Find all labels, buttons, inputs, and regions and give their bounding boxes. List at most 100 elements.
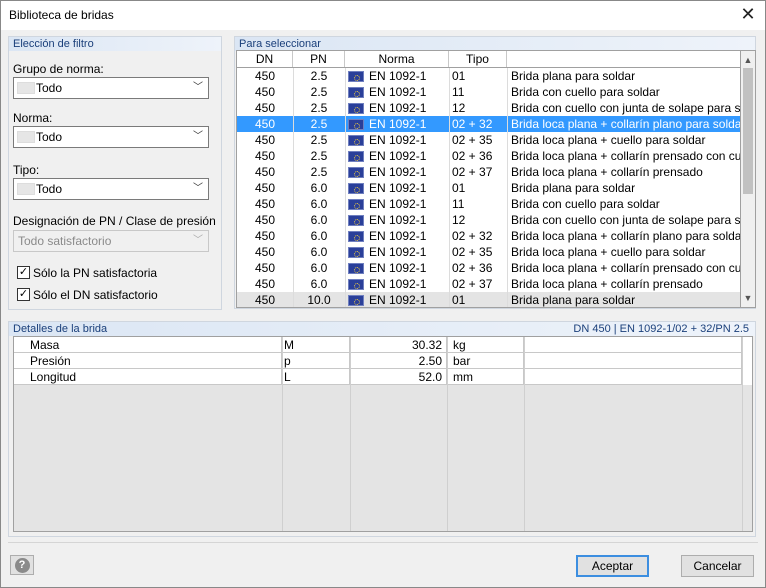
norma-text: EN 1092-1 <box>369 117 427 131</box>
group-label: Grupo de norma: <box>13 62 104 76</box>
scroll-up-icon[interactable]: ▲ <box>741 53 755 67</box>
dialog-window: Biblioteca de bridas ✕ Elección de filtr… <box>0 0 766 588</box>
pn-select: Todo satisfactorio ﹀ <box>13 230 209 252</box>
details-table: Masa M 30.32 kg Presión p 2.50 bar Longitud L 52.0… <box>13 336 753 532</box>
cell-dn: 450 <box>254 197 276 211</box>
detail-unit: bar <box>447 353 524 369</box>
group-select[interactable]: Todo ﹀ <box>13 77 209 99</box>
cell-pn: 6.0 <box>310 197 328 211</box>
table-row[interactable]: 450 2.5 EN 1092-1 11 Brida con cuello para s… <box>237 84 740 100</box>
eu-flag-icon <box>348 119 364 130</box>
detail-extra <box>524 369 742 385</box>
norma-text: EN 1092-1 <box>369 149 427 163</box>
cell-dn: 450 <box>254 213 276 227</box>
cell-tipo: 02 + 32 <box>452 117 493 131</box>
cell-pn: 6.0 <box>310 229 328 243</box>
column-header-norma[interactable]: Norma <box>345 51 449 67</box>
cell-tipo: 12 <box>452 213 466 227</box>
cell-description: Brida loca plana + collarín plano para s… <box>511 117 741 131</box>
color-swatch <box>17 183 35 195</box>
scroll-thumb[interactable] <box>743 68 753 194</box>
help-button[interactable]: ? <box>10 555 34 575</box>
column-divider <box>507 68 508 307</box>
eu-flag-icon <box>348 279 364 290</box>
table-row[interactable]: 450 6.0 EN 1092-1 02 + 32 Brida loca plana +… <box>237 228 741 244</box>
column-header-dn[interactable]: DN <box>237 51 293 67</box>
column-header-pn[interactable]: PN <box>293 51 345 67</box>
eu-flag-icon <box>348 87 364 98</box>
cell-pn: 6.0 <box>310 181 328 195</box>
cell-description: Brida loca plana + collarín prensado <box>511 277 703 291</box>
cell-norma: EN 1092-1 <box>345 100 449 116</box>
tipo-select[interactable]: Todo ﹀ <box>13 178 209 200</box>
norma-text: EN 1092-1 <box>369 197 427 211</box>
table-row[interactable]: 450 2.5 EN 1092-1 02 + 32 Brida loca plana +… <box>237 116 741 132</box>
table-row[interactable]: 450 6.0 EN 1092-1 02 + 36 Brida loca plana +… <box>237 260 740 276</box>
cell-dn: 450 <box>254 69 276 83</box>
cell-norma: EN 1092-1 <box>345 212 449 228</box>
cell-dn: 450 <box>254 85 276 99</box>
detail-value: 30.32 <box>350 337 447 353</box>
cell-description: Brida loca plana + cuello para soldar <box>511 133 706 147</box>
table-row[interactable]: 450 6.0 EN 1092-1 01 Brida plana para soldar <box>237 180 740 196</box>
table-row[interactable]: 450 10.0 EN 1092-1 01 Brida plana para solda… <box>237 292 740 307</box>
table-row[interactable]: 450 6.0 EN 1092-1 11 Brida con cuello para s… <box>237 196 740 212</box>
column-divider <box>524 337 525 531</box>
norma-text: EN 1092-1 <box>369 101 427 115</box>
cell-pn: 2.5 <box>310 133 328 147</box>
table-row[interactable]: 450 6.0 EN 1092-1 02 + 37 Brida loca plana +… <box>237 276 740 292</box>
pn-satisfactory-label: Sólo la PN satisfactoria <box>33 266 158 280</box>
table-row[interactable]: 450 2.5 EN 1092-1 12 Brida con cuello con ju… <box>237 100 740 116</box>
cell-norma: EN 1092-1 <box>345 164 449 180</box>
table-scrollbar[interactable]: ▲ ▼ <box>741 50 756 308</box>
eu-flag-icon <box>348 247 364 258</box>
dn-satisfactory-checkbox[interactable]: ✓ <box>17 288 30 301</box>
norma-text: EN 1092-1 <box>369 293 427 307</box>
chevron-down-icon: ﹀ <box>193 131 203 142</box>
cell-tipo: 02 + 32 <box>452 229 493 243</box>
cell-dn: 450 <box>254 261 276 275</box>
column-divider <box>350 337 351 531</box>
details-row: Presión p 2.50 bar <box>14 353 752 369</box>
table-row[interactable]: 450 2.5 EN 1092-1 02 + 35 Brida loca plana +… <box>237 132 740 148</box>
color-swatch <box>17 131 35 143</box>
footer-divider <box>8 542 758 543</box>
column-header-description[interactable] <box>507 51 740 67</box>
cancel-button[interactable]: Cancelar <box>681 555 754 577</box>
table-row[interactable]: 450 2.5 EN 1092-1 02 + 37 Brida loca plana +… <box>237 164 740 180</box>
column-header-tipo[interactable]: Tipo <box>449 51 507 67</box>
cell-dn: 450 <box>254 277 276 291</box>
chevron-down-icon: ﹀ <box>193 183 203 194</box>
tipo-select-value: Todo <box>36 182 63 196</box>
pn-satisfactory-checkbox[interactable]: ✓ <box>17 266 30 279</box>
detail-symbol: p <box>282 353 350 369</box>
norma-text: EN 1092-1 <box>369 85 427 99</box>
eu-flag-icon <box>348 231 364 242</box>
details-row: Longitud L 52.0 mm <box>14 369 752 385</box>
chevron-down-icon: ﹀ <box>193 235 203 246</box>
eu-flag-icon <box>348 199 364 210</box>
column-divider <box>345 68 346 307</box>
detail-symbol: L <box>282 369 350 385</box>
details-summary: DN 450 | EN 1092-1/02 + 32/PN 2.5 <box>573 323 749 335</box>
close-icon[interactable]: ✕ <box>735 3 761 27</box>
norma-select[interactable]: Todo ﹀ <box>13 126 209 148</box>
eu-flag-icon <box>348 183 364 194</box>
cell-pn: 2.5 <box>310 85 328 99</box>
table-row[interactable]: 450 6.0 EN 1092-1 02 + 35 Brida loca plana +… <box>237 244 740 260</box>
color-swatch <box>17 82 35 94</box>
table-row[interactable]: 450 2.5 EN 1092-1 01 Brida plana para soldar <box>237 68 740 84</box>
table-row[interactable]: 450 6.0 EN 1092-1 12 Brida con cuello con ju… <box>237 212 740 228</box>
norma-text: EN 1092-1 <box>369 213 427 227</box>
cell-description: Brida loca plana + collarín plano para s… <box>511 229 741 243</box>
detail-name: Longitud <box>14 369 282 385</box>
scroll-down-icon[interactable]: ▼ <box>741 291 755 305</box>
cell-pn: 6.0 <box>310 213 328 227</box>
cell-norma: EN 1092-1 <box>345 132 449 148</box>
eu-flag-icon <box>348 167 364 178</box>
cell-pn: 6.0 <box>310 261 328 275</box>
norma-text: EN 1092-1 <box>369 165 427 179</box>
accept-button[interactable]: Aceptar <box>576 555 649 577</box>
detail-unit: kg <box>447 337 524 353</box>
table-row[interactable]: 450 2.5 EN 1092-1 02 + 36 Brida loca plana +… <box>237 148 740 164</box>
